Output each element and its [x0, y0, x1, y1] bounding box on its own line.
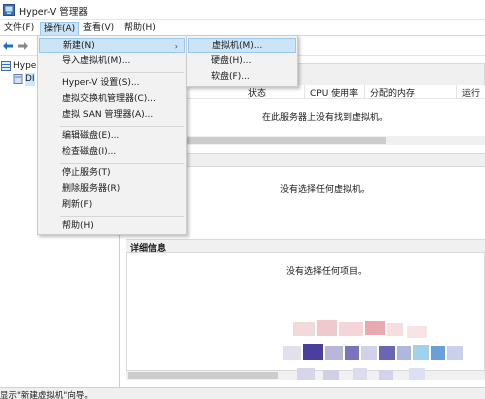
menu-item-new[interactable]: 新建(N) ›	[39, 38, 185, 53]
menu-item-new-hard-disk[interactable]: 硬盘(H)...	[188, 54, 296, 69]
chevron-right-icon: ›	[174, 42, 178, 51]
action-menu: 新建(N) › 导入虚拟机(M)... Hyper-V 设置(S)... 虚拟交…	[37, 35, 187, 235]
tree-item-label: DI	[25, 73, 35, 86]
status-text: 显示"新建虚拟机"向导。	[0, 391, 93, 399]
blurred-watermark	[283, 318, 485, 387]
menu-item-refresh[interactable]: 刷新(F)	[39, 198, 185, 213]
menu-bar: 文件(F) 操作(A) 查看(V) 帮助(H)	[0, 20, 485, 36]
status-bar: 显示"新建虚拟机"向导。	[0, 387, 485, 399]
menu-item-label: 软盘(F)...	[211, 72, 250, 82]
menu-item-hyperv-settings[interactable]: Hyper-V 设置(S)...	[39, 76, 185, 91]
menu-item-label: 删除服务器(R)	[62, 184, 121, 194]
column-cpu[interactable]: CPU 使用率	[310, 86, 358, 99]
menu-item-label: 编辑磁盘(E)...	[62, 131, 120, 141]
menu-item-label: Hyper-V 设置(S)...	[62, 78, 140, 88]
menu-item-help[interactable]: 帮助(H)	[39, 219, 185, 234]
details-empty-message: 没有选择任何项目。	[286, 267, 368, 277]
menu-item-label: 导入虚拟机(M)...	[62, 56, 131, 66]
details-section-header: 详细信息	[126, 239, 485, 254]
menu-item-label: 虚拟交换机管理器(C)...	[62, 94, 156, 104]
column-status[interactable]: 状态	[248, 86, 266, 99]
new-submenu: 虚拟机(M)... 硬盘(H)... 软盘(F)...	[186, 35, 298, 87]
menu-file[interactable]: 文件(F)	[1, 22, 37, 36]
menu-item-import-vm[interactable]: 导入虚拟机(M)...	[39, 54, 185, 69]
title-bar: Hyper-V 管理器	[0, 0, 485, 20]
scrollbar-thumb[interactable]	[128, 372, 278, 379]
menu-separator	[60, 72, 184, 73]
column-divider	[364, 85, 365, 99]
menu-item-label: 帮助(H)	[62, 221, 94, 231]
menu-item-label: 检查磁盘(I)...	[62, 147, 117, 157]
menu-separator	[60, 216, 184, 217]
menu-item-remove-server[interactable]: 删除服务器(R)	[39, 182, 185, 197]
menu-item-label: 虚拟机(M)...	[212, 41, 263, 51]
back-arrow-icon[interactable]	[2, 40, 14, 52]
menu-item-stop-service[interactable]: 停止服务(T)	[39, 166, 185, 181]
server-icon	[13, 74, 23, 84]
menu-item-inspect-disk[interactable]: 检查磁盘(I)...	[39, 145, 185, 160]
menu-separator	[60, 163, 184, 164]
tree-item-label: Hyper	[13, 61, 41, 71]
menu-item-label: 停止服务(T)	[62, 168, 111, 178]
window-title: Hyper-V 管理器	[19, 7, 88, 18]
menu-item-edit-disk[interactable]: 编辑磁盘(E)...	[39, 129, 185, 144]
menu-item-label: 刷新(F)	[62, 200, 93, 210]
column-uptime[interactable]: 运行	[462, 86, 480, 99]
forward-arrow-icon[interactable]	[17, 40, 29, 52]
menu-action[interactable]: 操作(A)	[40, 22, 80, 36]
checkpoints-empty-message: 没有选择任何虚拟机。	[280, 185, 371, 195]
column-divider	[456, 85, 457, 99]
menu-item-new-floppy[interactable]: 软盘(F)...	[188, 70, 296, 85]
hyper-v-icon	[3, 4, 15, 16]
menu-item-label: 硬盘(H)...	[211, 56, 252, 66]
vm-empty-message: 在此服务器上没有找到虚拟机。	[262, 113, 389, 123]
menu-item-label: 新建(N)	[63, 41, 95, 51]
menu-item-label: 虚拟 SAN 管理器(A)...	[62, 110, 154, 120]
column-memory[interactable]: 分配的内存	[370, 86, 415, 99]
column-divider	[304, 85, 305, 99]
menu-item-switch-manager[interactable]: 虚拟交换机管理器(C)...	[39, 92, 185, 107]
menu-view[interactable]: 查看(V)	[80, 22, 117, 36]
menu-item-new-vm[interactable]: 虚拟机(M)...	[188, 38, 296, 53]
menu-separator	[60, 126, 184, 127]
menu-help[interactable]: 帮助(H)	[121, 22, 159, 36]
server-icon	[1, 61, 11, 71]
menu-item-san-manager[interactable]: 虚拟 SAN 管理器(A)...	[39, 108, 185, 123]
